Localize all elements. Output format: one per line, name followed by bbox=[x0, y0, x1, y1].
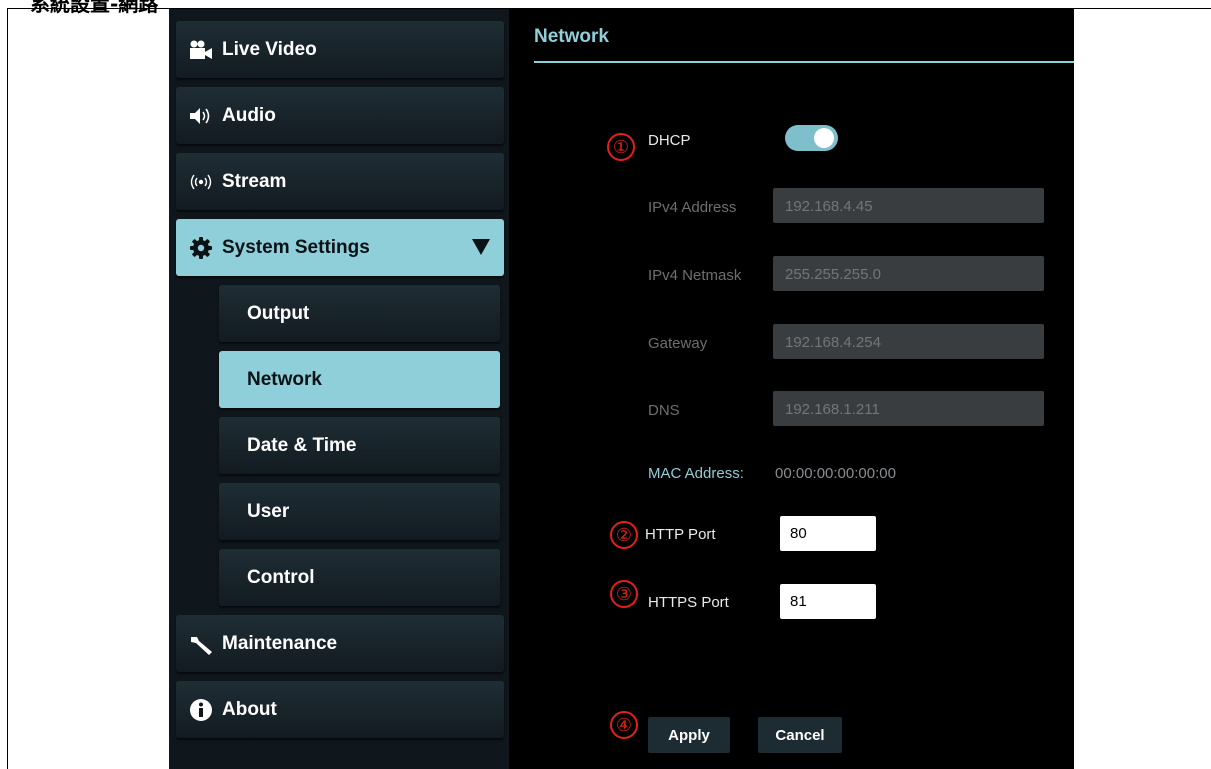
camera-web-ui: Live Video Audio Stream System Settings … bbox=[169, 9, 1074, 769]
http-port-label: HTTP Port bbox=[645, 526, 716, 543]
apply-button[interactable]: Apply bbox=[648, 717, 730, 753]
dns-label: DNS bbox=[648, 402, 680, 419]
sidebar-item-label: System Settings bbox=[222, 236, 370, 258]
sidebar-item-label: Live Video bbox=[222, 38, 317, 60]
sidebar-item-system-settings[interactable]: System Settings bbox=[176, 219, 504, 276]
sidebar-subitem-label: Network bbox=[247, 368, 322, 390]
dns-field: 192.168.1.211 bbox=[773, 391, 1044, 426]
sidebar-subitem-date-time[interactable]: Date & Time bbox=[219, 417, 500, 474]
ipv4-netmask-field: 255.255.255.0 bbox=[773, 256, 1044, 291]
gateway-label: Gateway bbox=[648, 335, 708, 352]
info-icon bbox=[188, 698, 214, 722]
https-port-label: HTTPS Port bbox=[648, 594, 729, 611]
annotation-marker-3: ③ bbox=[610, 580, 638, 608]
sidebar-item-label: About bbox=[222, 698, 277, 720]
sidebar-item-about[interactable]: About bbox=[176, 681, 504, 738]
dhcp-label: DHCP bbox=[648, 132, 691, 149]
sidebar-item-label: Maintenance bbox=[222, 632, 338, 654]
page-title: Network bbox=[534, 26, 609, 47]
https-port-input[interactable] bbox=[780, 584, 876, 619]
sidebar: Live Video Audio Stream System Settings … bbox=[169, 9, 509, 769]
dhcp-toggle[interactable] bbox=[785, 125, 838, 151]
sidebar-item-label: Stream bbox=[222, 170, 287, 192]
ipv4-netmask-label: IPv4 Netmask bbox=[648, 267, 742, 284]
gear-icon bbox=[188, 236, 214, 260]
sidebar-subitem-label: Output bbox=[247, 302, 310, 324]
sidebar-item-maintenance[interactable]: Maintenance bbox=[176, 615, 504, 672]
sidebar-item-stream[interactable]: Stream bbox=[176, 153, 504, 210]
sidebar-item-audio[interactable]: Audio bbox=[176, 87, 504, 144]
speaker-icon bbox=[188, 104, 214, 128]
caret-down-icon bbox=[472, 239, 490, 255]
sidebar-subitem-label: Date & Time bbox=[247, 434, 357, 456]
annotation-marker-4: ④ bbox=[610, 711, 638, 739]
mac-address-label: MAC Address: bbox=[648, 465, 744, 482]
ipv4-address-field: 192.168.4.45 bbox=[773, 188, 1044, 223]
annotation-marker-2: ② bbox=[610, 521, 638, 549]
gateway-field: 192.168.4.254 bbox=[773, 324, 1044, 359]
toggle-knob bbox=[814, 128, 834, 148]
cancel-button[interactable]: Cancel bbox=[758, 717, 842, 753]
video-camera-icon bbox=[188, 38, 214, 62]
wrench-icon bbox=[188, 632, 214, 656]
title-divider bbox=[534, 61, 1074, 63]
mac-address-value: 00:00:00:00:00:00 bbox=[775, 465, 896, 482]
sidebar-item-label: Audio bbox=[222, 104, 276, 126]
sidebar-subitem-network[interactable]: Network bbox=[219, 351, 500, 408]
sidebar-subitem-label: User bbox=[247, 500, 290, 522]
sidebar-subitem-output[interactable]: Output bbox=[219, 285, 500, 342]
network-panel: Network ① DHCP IPv4 Address 192.168.4.45… bbox=[509, 9, 1074, 769]
annotation-marker-1: ① bbox=[607, 133, 635, 161]
ipv4-address-label: IPv4 Address bbox=[648, 199, 737, 216]
http-port-input[interactable] bbox=[780, 516, 876, 551]
broadcast-icon bbox=[188, 170, 214, 194]
sidebar-subitem-control[interactable]: Control bbox=[219, 549, 500, 606]
sidebar-subitem-user[interactable]: User bbox=[219, 483, 500, 540]
sidebar-subitem-label: Control bbox=[247, 566, 315, 588]
sidebar-item-live-video[interactable]: Live Video bbox=[176, 21, 504, 78]
